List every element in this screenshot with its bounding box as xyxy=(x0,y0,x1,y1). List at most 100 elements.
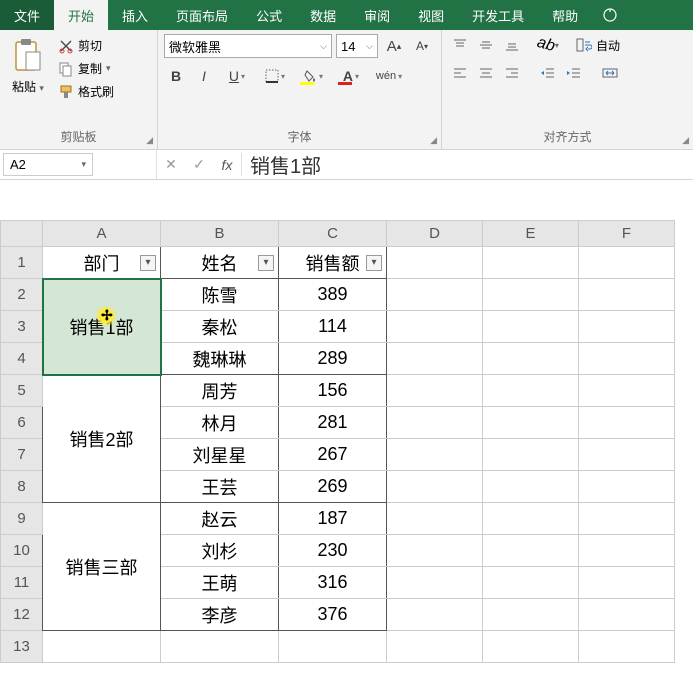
tab-page-layout[interactable]: 页面布局 xyxy=(162,0,242,30)
paste-button[interactable] xyxy=(10,36,46,76)
font-name-select[interactable]: 微软雅黑⌵ xyxy=(164,34,332,58)
align-left-icon[interactable] xyxy=(448,62,472,84)
cell-B11[interactable]: 王萌 xyxy=(161,567,279,599)
tab-help[interactable]: 帮助 xyxy=(538,0,592,30)
row-header-11[interactable]: 11 xyxy=(1,567,43,599)
cell-B5[interactable]: 周芳 xyxy=(161,375,279,407)
row-header-10[interactable]: 10 xyxy=(1,535,43,567)
row-header-7[interactable]: 7 xyxy=(1,439,43,471)
cell-B9[interactable]: 赵云 xyxy=(161,503,279,535)
align-right-icon[interactable] xyxy=(500,62,524,84)
col-header-E[interactable]: E xyxy=(483,221,579,247)
merge-center-button[interactable] xyxy=(598,66,622,80)
cell-C9[interactable]: 187 xyxy=(279,503,387,535)
cell-A1[interactable]: 部门 xyxy=(43,247,161,279)
tab-file[interactable]: 文件 xyxy=(0,0,54,30)
cell-C6[interactable]: 281 xyxy=(279,407,387,439)
underline-button[interactable]: U▾ xyxy=(220,64,254,88)
cell-E1[interactable] xyxy=(483,247,579,279)
cell-F1[interactable] xyxy=(579,247,675,279)
wrap-text-button[interactable]: 自动 xyxy=(572,37,624,54)
font-color-button[interactable]: A▾ xyxy=(334,64,368,88)
cell-B1[interactable]: 姓名 xyxy=(161,247,279,279)
cell-C12[interactable]: 376 xyxy=(279,599,387,631)
enter-icon[interactable]: ✓ xyxy=(185,156,213,173)
row-header-9[interactable]: 9 xyxy=(1,503,43,535)
cancel-icon[interactable]: ✕ xyxy=(157,156,185,173)
decrease-indent-icon[interactable] xyxy=(536,62,560,84)
decrease-font-icon[interactable]: A▾ xyxy=(410,34,434,58)
cell-C8[interactable]: 269 xyxy=(279,471,387,503)
cell-C2[interactable]: 389 xyxy=(279,279,387,311)
italic-button[interactable]: I xyxy=(192,64,216,88)
format-painter-button[interactable]: 格式刷 xyxy=(56,82,116,101)
row-header-12[interactable]: 12 xyxy=(1,599,43,631)
row-header-4[interactable]: 4 xyxy=(1,343,43,375)
paste-label[interactable]: 粘贴 ▾ xyxy=(12,78,44,95)
align-middle-icon[interactable] xyxy=(474,34,498,56)
row-header-8[interactable]: 8 xyxy=(1,471,43,503)
row-header-5[interactable]: 5 xyxy=(1,375,43,407)
cell-B2[interactable]: 陈雪 xyxy=(161,279,279,311)
cell-C4[interactable]: 289 xyxy=(279,343,387,375)
cell-C5[interactable]: 156 xyxy=(279,375,387,407)
tab-home[interactable]: 开始 xyxy=(54,0,108,30)
cell-C11[interactable]: 316 xyxy=(279,567,387,599)
align-center-icon[interactable] xyxy=(474,62,498,84)
cell-B8[interactable]: 王芸 xyxy=(161,471,279,503)
col-header-C[interactable]: C xyxy=(279,221,387,247)
tab-data[interactable]: 数据 xyxy=(296,0,350,30)
col-header-F[interactable]: F xyxy=(579,221,675,247)
cell-B6[interactable]: 林月 xyxy=(161,407,279,439)
fill-color-button[interactable]: ▾ xyxy=(296,64,330,88)
align-top-icon[interactable] xyxy=(448,34,472,56)
cell-B4[interactable]: 魏琳琳 xyxy=(161,343,279,375)
font-size-select[interactable]: 14⌵ xyxy=(336,34,378,58)
increase-font-icon[interactable]: A▴ xyxy=(382,34,406,58)
cell-B10[interactable]: 刘杉 xyxy=(161,535,279,567)
select-all-corner[interactable] xyxy=(1,221,43,247)
col-header-B[interactable]: B xyxy=(161,221,279,247)
bold-button[interactable]: B xyxy=(164,64,188,88)
orientation-button[interactable]: ab▾ xyxy=(536,34,560,56)
tab-review[interactable]: 审阅 xyxy=(350,0,404,30)
row-header-6[interactable]: 6 xyxy=(1,407,43,439)
row-header-13[interactable]: 13 xyxy=(1,631,43,663)
tab-developer[interactable]: 开发工具 xyxy=(458,0,538,30)
cell-D2[interactable] xyxy=(387,279,483,311)
cell-C7[interactable]: 267 xyxy=(279,439,387,471)
fx-icon[interactable]: fx xyxy=(213,157,241,173)
align-bottom-icon[interactable] xyxy=(500,34,524,56)
copy-button[interactable]: 复制 ▾ xyxy=(56,59,116,78)
phonetic-button[interactable]: wén▾ xyxy=(372,64,406,88)
row-header-2[interactable]: 2 xyxy=(1,279,43,311)
cell-C1[interactable]: 销售额 xyxy=(279,247,387,279)
cell-A9[interactable]: 销售三部 xyxy=(43,503,161,631)
worksheet-grid[interactable]: A B C D E F 1 部门 姓名 销售额 2 销售1部 ✢ 陈雪 389 … xyxy=(0,220,693,663)
cell-B12[interactable]: 李彦 xyxy=(161,599,279,631)
align-launcher[interactable]: ◢ xyxy=(682,135,689,146)
tab-insert[interactable]: 插入 xyxy=(108,0,162,30)
row-header-1[interactable]: 1 xyxy=(1,247,43,279)
tab-formulas[interactable]: 公式 xyxy=(242,0,296,30)
col-header-A[interactable]: A xyxy=(43,221,161,247)
font-launcher[interactable]: ◢ xyxy=(430,135,437,146)
cell-B3[interactable]: 秦松 xyxy=(161,311,279,343)
clipboard-launcher[interactable]: ◢ xyxy=(146,135,153,146)
tab-view[interactable]: 视图 xyxy=(404,0,458,30)
cell-B7[interactable]: 刘星星 xyxy=(161,439,279,471)
row-header-3[interactable]: 3 xyxy=(1,311,43,343)
cell-A13[interactable] xyxy=(43,631,161,663)
cell-C10[interactable]: 230 xyxy=(279,535,387,567)
cut-button[interactable]: 剪切 xyxy=(56,36,116,55)
name-box[interactable]: A2▾ xyxy=(3,153,93,176)
cell-A2[interactable]: 销售1部 ✢ xyxy=(43,279,161,375)
cell-D1[interactable] xyxy=(387,247,483,279)
cell-C3[interactable]: 114 xyxy=(279,311,387,343)
tell-me-icon[interactable] xyxy=(592,0,628,30)
cell-A5[interactable]: 销售2部 xyxy=(43,375,161,503)
increase-indent-icon[interactable] xyxy=(562,62,586,84)
border-button[interactable]: ▾ xyxy=(258,64,292,88)
formula-input[interactable]: 销售1部 xyxy=(241,153,693,176)
col-header-D[interactable]: D xyxy=(387,221,483,247)
